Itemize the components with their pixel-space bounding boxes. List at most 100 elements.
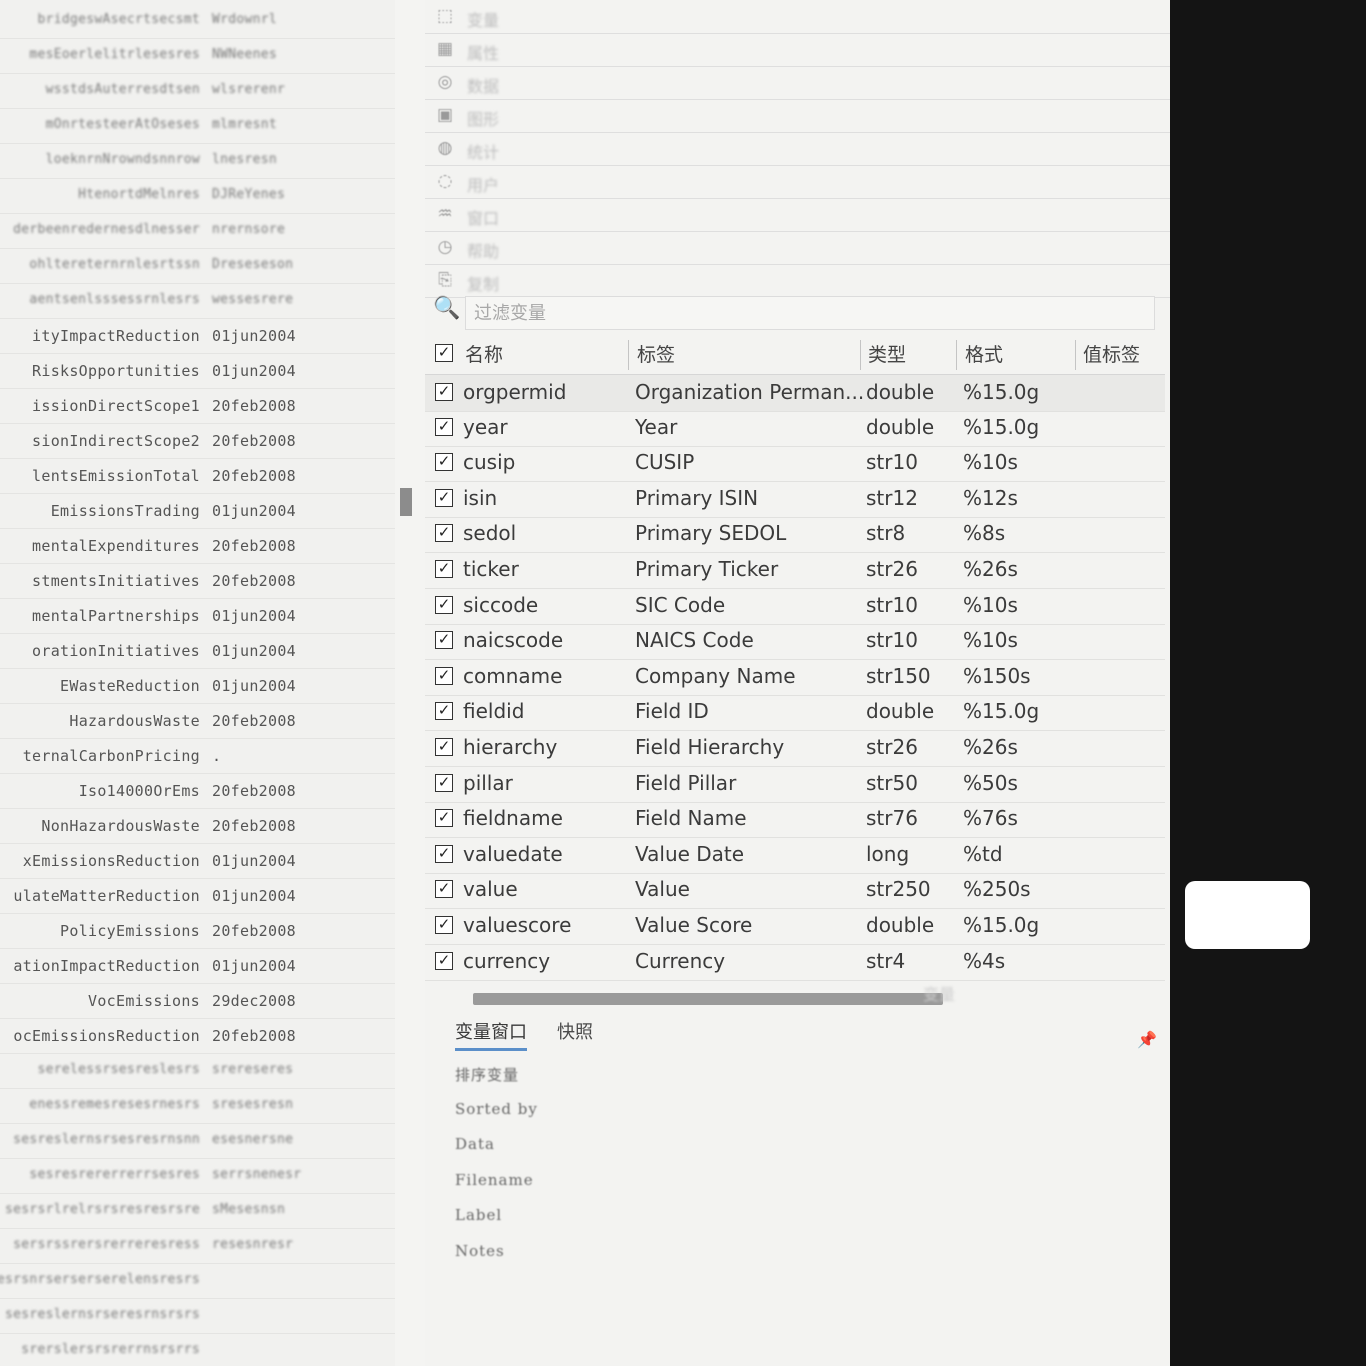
filter-variables-input[interactable]: 过滤变量 <box>465 296 1155 330</box>
variable-row[interactable]: ✓ valuedate Value Date long %td <box>425 837 1165 874</box>
data-row[interactable]: mentalExpenditures 20feb2008 <box>0 528 395 564</box>
data-row[interactable]: ohltereternrnlesrtssn Dreseseson <box>0 248 395 284</box>
variable-row[interactable]: ✓ siccode SIC Code str10 %10s <box>425 588 1165 625</box>
column-header-label[interactable]: 标签 <box>637 340 675 367</box>
column-separator[interactable] <box>1075 340 1076 370</box>
menu-item-1[interactable]: ⬚ 变量 <box>425 0 1170 34</box>
data-row[interactable]: HtenortdMelnres DJReYenes <box>0 178 395 214</box>
variable-checkbox[interactable]: ✓ <box>435 453 453 472</box>
horizontal-scrollbar[interactable] <box>473 993 943 1005</box>
variable-row[interactable]: ✓ naicscode NAICS Code str10 %10s <box>425 623 1165 661</box>
variable-checkbox[interactable]: ✓ <box>435 595 453 614</box>
data-row[interactable]: derbeenredernesdlnesser nrernsore <box>0 213 395 249</box>
data-row[interactable]: VocEmissions 29dec2008 <box>0 983 395 1019</box>
variable-checkbox[interactable]: ✓ <box>435 702 453 721</box>
data-row[interactable]: aentsenlsssessrnlesrs wessesrere <box>0 283 395 319</box>
splitter-handle[interactable] <box>400 488 412 516</box>
menu-item-8[interactable]: ◷ 帮助 <box>425 231 1170 265</box>
data-row[interactable]: sesresrererrerrsesres serrsnenesr <box>0 1158 395 1194</box>
data-row[interactable]: srerslersrsrerrnsrsrrs <box>0 1333 395 1366</box>
data-row[interactable]: sesrsnrserserserelensresrs <box>0 1263 395 1299</box>
data-row[interactable]: mesEoerlelitrlesesres NWNeenes <box>0 38 395 74</box>
variable-row[interactable]: ✓ year Year double %15.0g <box>425 410 1165 447</box>
data-row[interactable]: sesrsrlrelrsrsresresrsre sMesesnsn <box>0 1193 395 1229</box>
data-row[interactable]: ityImpactReduction 01jun2004 <box>0 318 395 354</box>
variable-checkbox[interactable]: ✓ <box>435 383 453 401</box>
data-row[interactable]: sesreslernsrseresrnsrsrs <box>0 1298 395 1334</box>
data-row[interactable]: serelessrsesreslesrs srereseres <box>0 1053 395 1089</box>
variable-checkbox[interactable]: ✓ <box>435 916 453 934</box>
column-separator[interactable] <box>860 340 861 370</box>
variable-row[interactable]: ✓ pillar Field Pillar str50 %50s <box>425 766 1165 803</box>
data-row[interactable]: issionDirectScope1 20feb2008 <box>0 388 395 424</box>
variable-row[interactable]: ✓ comname Company Name str150 %150s <box>425 659 1165 696</box>
menu-item-7[interactable]: ♒ 窗口 <box>425 198 1170 232</box>
variable-checkbox[interactable]: ✓ <box>435 738 453 756</box>
data-row[interactable]: loeknrnNrowndsnnrow lnesresn <box>0 143 395 179</box>
variable-row[interactable]: ✓ hierarchy Field Hierarchy str26 %26s <box>425 730 1165 767</box>
property-item[interactable]: Data <box>455 1135 495 1153</box>
menu-item-9[interactable]: ⎘ 复制 <box>425 264 1170 298</box>
menu-item-4[interactable]: ▣ 图形 <box>425 99 1170 133</box>
variable-checkbox[interactable]: ✓ <box>435 809 453 828</box>
column-header-value-label[interactable]: 值标签 <box>1083 340 1140 367</box>
variable-checkbox[interactable]: ✓ <box>435 844 453 863</box>
menu-item-3[interactable]: ◎ 数据 <box>425 66 1170 100</box>
variable-checkbox[interactable]: ✓ <box>435 631 453 650</box>
data-row[interactable]: sesreslernsrsesresrnsnn esesnersne <box>0 1123 395 1159</box>
variable-checkbox[interactable]: ✓ <box>435 560 453 578</box>
variable-row[interactable]: ✓ valuescore Value Score double %15.0g <box>425 908 1165 945</box>
variable-row[interactable]: ✓ ticker Primary Ticker str26 %26s <box>425 552 1165 589</box>
column-header-name[interactable]: 名称 <box>465 340 503 367</box>
data-row[interactable]: mentalPartnerships 01jun2004 <box>0 598 395 634</box>
variable-checkbox[interactable]: ✓ <box>435 417 453 436</box>
variable-row[interactable]: ✓ sedol Primary SEDOL str8 %8s <box>425 516 1165 554</box>
data-row[interactable]: stmentsInitiatives 20feb2008 <box>0 563 395 599</box>
variable-checkbox[interactable]: ✓ <box>435 488 453 507</box>
data-row[interactable]: RisksOpportunities 01jun2004 <box>0 353 395 389</box>
data-row[interactable]: ocEmissionsReduction 20feb2008 <box>0 1018 395 1054</box>
data-row[interactable]: ulateMatterReduction 01jun2004 <box>0 878 395 914</box>
variable-checkbox[interactable]: ✓ <box>435 951 453 970</box>
data-row[interactable]: EmissionsTrading 01jun2004 <box>0 493 395 529</box>
variable-row[interactable]: ✓ currency Currency str4 %4s <box>425 944 1165 981</box>
property-item[interactable]: Notes <box>455 1242 505 1260</box>
variable-row[interactable]: ✓ isin Primary ISIN str12 %12s <box>425 481 1165 518</box>
data-row[interactable]: Iso14000OrEms 20feb2008 <box>0 773 395 809</box>
menu-item-2[interactable]: ▦ 属性 <box>425 33 1170 67</box>
data-row[interactable]: EWasteReduction 01jun2004 <box>0 668 395 704</box>
property-item[interactable]: Sorted by <box>455 1100 538 1118</box>
select-all-checkbox[interactable]: ✓ <box>435 344 453 362</box>
data-row[interactable]: sionIndirectScope2 20feb2008 <box>0 423 395 459</box>
variable-row[interactable]: ✓ value Value str250 %250s <box>425 872 1165 910</box>
variable-row[interactable]: ✓ fieldid Field ID double %15.0g <box>425 694 1165 732</box>
variable-row[interactable]: ✓ orgpermid Organization Perman... double %1… <box>425 374 1165 412</box>
menu-item-5[interactable]: ◍ 统计 <box>425 132 1170 166</box>
variable-row[interactable]: ✓ cusip CUSIP str10 %10s <box>425 445 1165 483</box>
data-row[interactable]: bridgeswAsecrtsecsmt Wrdownrl <box>0 3 395 39</box>
data-row[interactable]: wsstdsAuterresdtsen wlsrerenr <box>0 73 395 109</box>
column-separator[interactable] <box>956 340 957 370</box>
data-row[interactable]: lentsEmissionTotal 20feb2008 <box>0 458 395 494</box>
variable-checkbox[interactable]: ✓ <box>435 666 453 685</box>
data-row[interactable]: orationInitiatives 01jun2004 <box>0 633 395 669</box>
tab-variables-window[interactable]: 变量窗口 <box>455 1018 527 1051</box>
column-header-format[interactable]: 格式 <box>965 340 1003 367</box>
variable-checkbox[interactable]: ✓ <box>435 880 453 899</box>
pin-icon[interactable]: 📌 <box>1137 1030 1157 1049</box>
data-row[interactable]: NonHazardousWaste 20feb2008 <box>0 808 395 844</box>
variable-checkbox[interactable]: ✓ <box>435 524 453 543</box>
data-row[interactable]: xEmissionsReduction 01jun2004 <box>0 843 395 879</box>
column-separator[interactable] <box>628 340 629 370</box>
variable-checkbox[interactable]: ✓ <box>435 773 453 792</box>
property-item[interactable]: 排序变量 <box>455 1064 519 1085</box>
column-header-type[interactable]: 类型 <box>868 340 906 367</box>
data-row[interactable]: ternalCarbonPricing. <box>0 738 395 774</box>
data-row[interactable]: ationImpactReduction 01jun2004 <box>0 948 395 984</box>
property-item[interactable]: Filename <box>455 1171 534 1189</box>
data-row[interactable]: sersrssrersrerreresress resesnresr <box>0 1228 395 1264</box>
data-row[interactable]: PolicyEmissions 20feb2008 <box>0 913 395 949</box>
tab-snapshot[interactable]: 快照 <box>557 1018 593 1044</box>
data-row[interactable]: HazardousWaste 20feb2008 <box>0 703 395 739</box>
variable-row[interactable]: ✓ fieldname Field Name str76 %76s <box>425 801 1165 839</box>
